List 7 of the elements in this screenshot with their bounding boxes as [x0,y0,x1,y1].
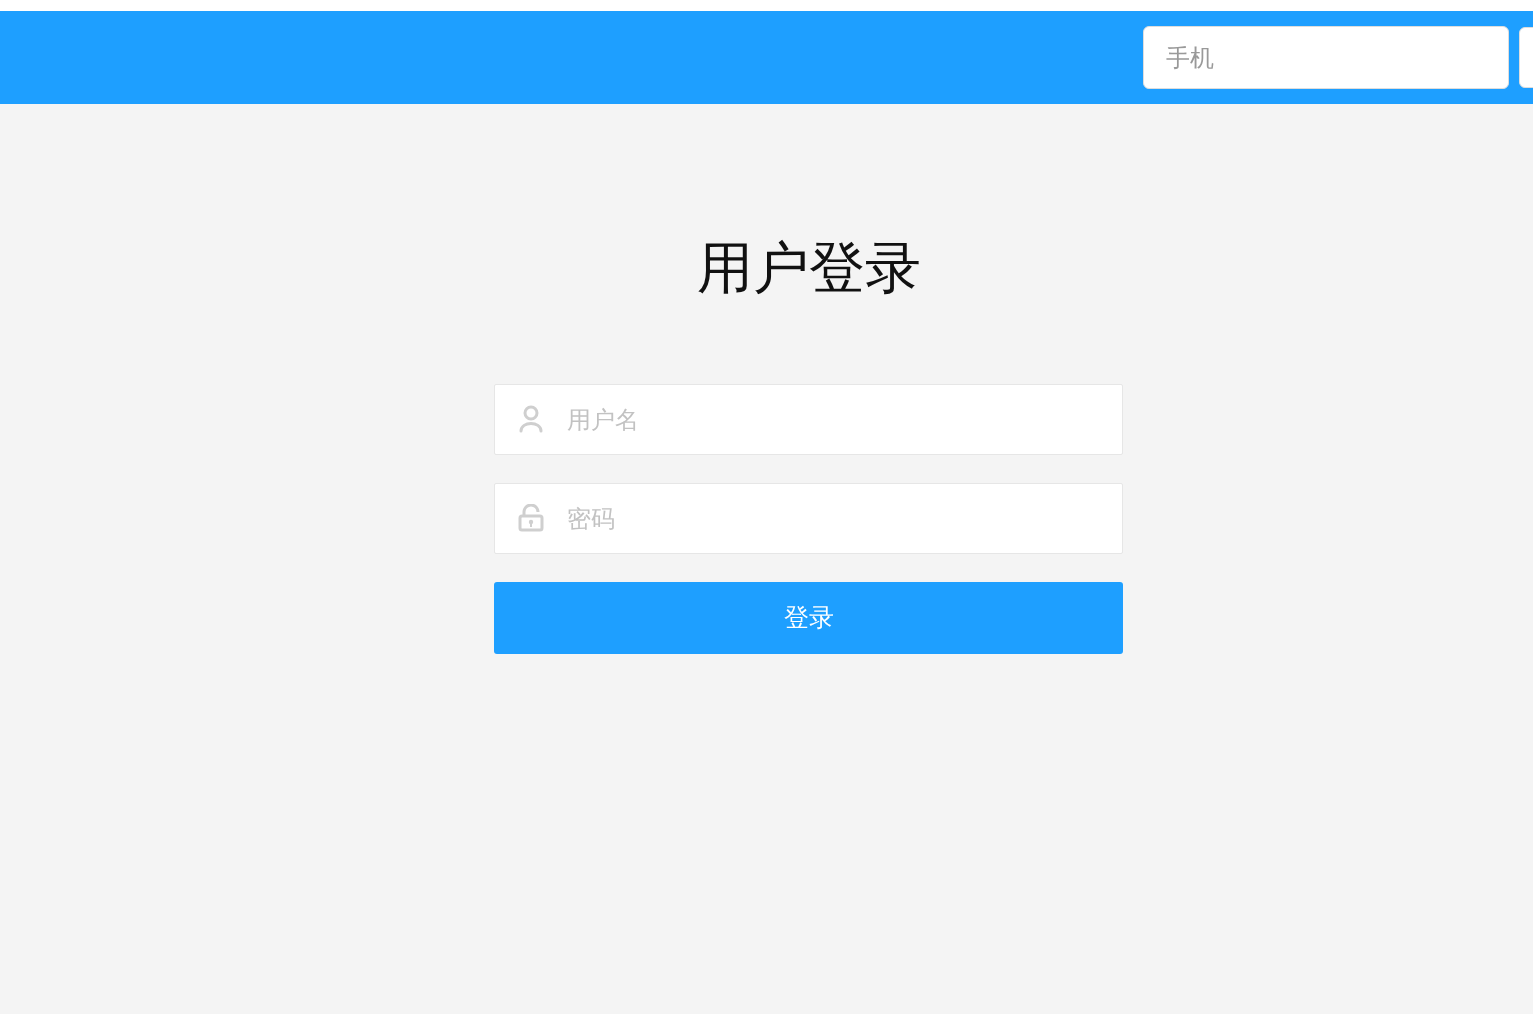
username-field[interactable]: 用户名 [494,384,1123,455]
login-button[interactable]: 登录 [494,582,1123,654]
user-icon [518,405,544,433]
password-field[interactable]: 密码 [494,483,1123,554]
phone-field[interactable]: 手机 [1143,26,1509,89]
lock-icon [518,504,544,532]
login-title: 用户登录 [696,235,921,301]
